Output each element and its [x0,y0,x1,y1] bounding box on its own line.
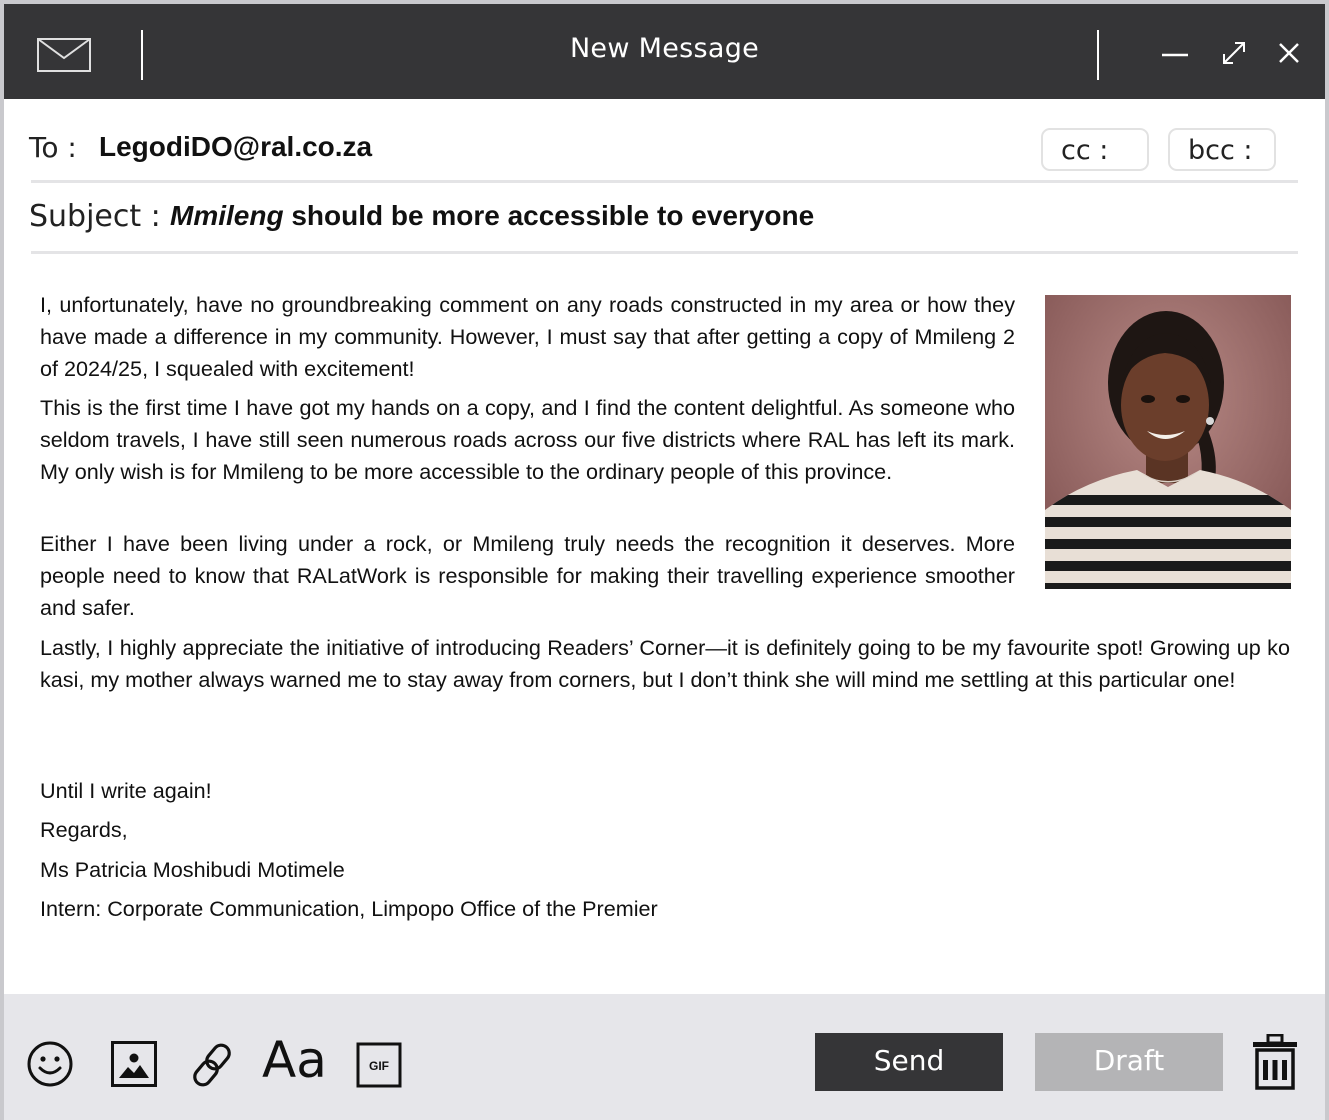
gif-label: GIF [369,1059,389,1073]
body-paragraph: I, unfortunately, have no groundbreaking… [40,292,1015,381]
compose-toolbar: Aa GIF Send Draft [4,994,1325,1120]
send-button[interactable]: Send [815,1033,1003,1091]
body-paragraph: Either I have been living under a rock, … [40,531,1015,620]
subject-text: should be more accessible to everyone [283,200,815,231]
divider [31,251,1298,254]
gif-icon[interactable]: GIF [356,1042,402,1088]
subject-emphasis: Mmileng [170,200,284,231]
title-divider [1097,30,1099,80]
trash-icon[interactable] [1252,1034,1298,1090]
divider [31,180,1298,183]
signoff-line: Intern: Corporate Communication, Limpopo… [40,896,658,921]
body-paragraph: Lastly, I highly appreciate the initiati… [40,635,1290,692]
bcc-button[interactable]: bcc : [1168,128,1276,171]
minimize-icon[interactable] [1158,36,1192,70]
title-bar: New Message [4,4,1325,99]
emoji-icon[interactable] [26,1040,74,1088]
image-icon[interactable] [110,1040,158,1088]
signoff-line: Regards, [40,817,128,842]
subject-field[interactable]: Mmileng should be more accessible to eve… [170,200,814,232]
draft-button[interactable]: Draft [1035,1033,1223,1091]
signoff-line: Ms Patricia Moshibudi Motimele [40,857,345,882]
body-paragraph: This is the first time I have got my han… [40,395,1015,484]
window-title: New Message [569,33,760,64]
to-label: To : [29,131,77,164]
compose-window: New Message To : LegodiDO@ral.co.za cc :… [4,4,1325,1120]
link-icon[interactable] [188,1040,238,1090]
close-icon[interactable] [1272,36,1306,70]
author-photo [1045,295,1291,589]
signoff-line: Until I write again! [40,778,212,803]
font-icon[interactable]: Aa [262,1030,327,1090]
to-field[interactable]: LegodiDO@ral.co.za [99,131,372,163]
subject-label: Subject : [29,199,161,234]
maximize-icon[interactable] [1217,36,1251,70]
cc-button[interactable]: cc : [1041,128,1149,171]
